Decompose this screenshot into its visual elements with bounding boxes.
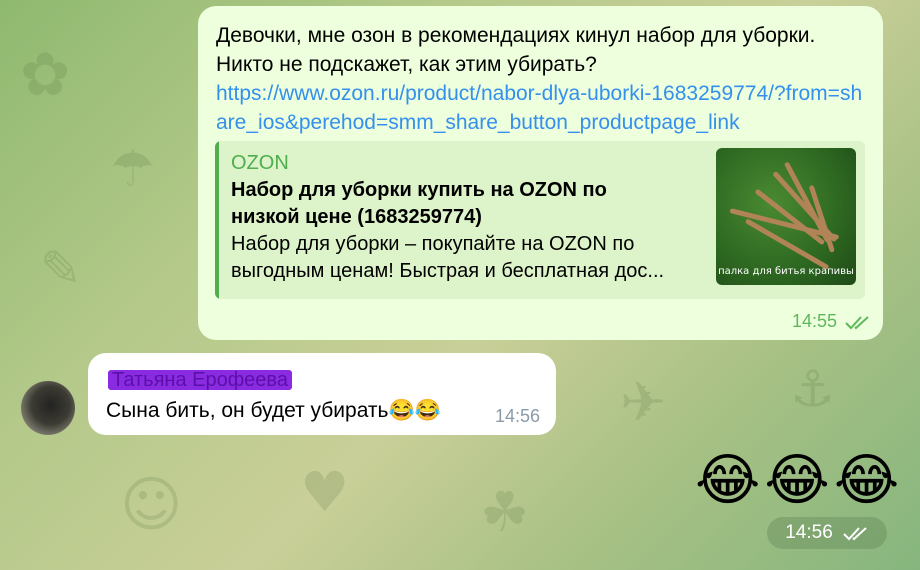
background-pattern: ♥: [300, 460, 350, 524]
product-link[interactable]: https://www.ozon.ru/product/nabor-dlya-u…: [216, 79, 866, 137]
link-preview-card[interactable]: OZON Набор для уборки купить на OZON по …: [215, 141, 865, 299]
sender-name[interactable]: Татьяна Ерофеева: [108, 370, 292, 390]
emoji-message-meta: 14:56: [767, 517, 887, 549]
preview-thumbnail[interactable]: палка для битья крапивы: [716, 148, 856, 285]
background-pattern: ☺: [120, 470, 183, 540]
outgoing-message-text: Девочки, мне озон в рекомендациях кинул …: [216, 21, 866, 137]
double-check-icon: [843, 527, 867, 541]
incoming-time: 14:56: [494, 406, 540, 426]
emoji-message-time: 14:56: [785, 522, 833, 543]
background-pattern: ⚓: [790, 360, 835, 418]
background-pattern: ☘: [480, 480, 530, 544]
thumbnail-caption: палка для битья крапивы: [718, 266, 854, 277]
outgoing-time: 14:55: [791, 311, 837, 331]
outgoing-meta: 14:55: [792, 311, 871, 332]
emoji-message[interactable]: 😂😂😂: [695, 450, 903, 512]
incoming-message-text: Сына бить, он будет убирать😂😂: [106, 399, 441, 422]
preview-accent-bar: [215, 141, 219, 299]
incoming-message-bubble[interactable]: Татьяна Ерофеева Сына бить, он будет уби…: [88, 353, 556, 435]
message-line-1: Девочки, мне озон в рекомендациях кинул …: [216, 24, 816, 47]
background-pattern: ✈: [620, 370, 667, 434]
preview-site-name: OZON: [231, 152, 289, 174]
message-line-2: Никто не подскажет, как этим убирать?: [216, 53, 597, 76]
background-pattern: ☂: [110, 140, 155, 198]
double-check-icon: [845, 315, 869, 329]
background-pattern: ✿: [20, 40, 71, 110]
avatar[interactable]: [21, 381, 75, 435]
preview-title: Набор для уборки купить на OZON по низко…: [231, 179, 607, 228]
background-pattern: ✎: [40, 240, 82, 298]
preview-description: Набор для уборки – покупайте на OZON по …: [231, 233, 665, 282]
outgoing-message-bubble[interactable]: Девочки, мне озон в рекомендациях кинул …: [198, 6, 883, 340]
